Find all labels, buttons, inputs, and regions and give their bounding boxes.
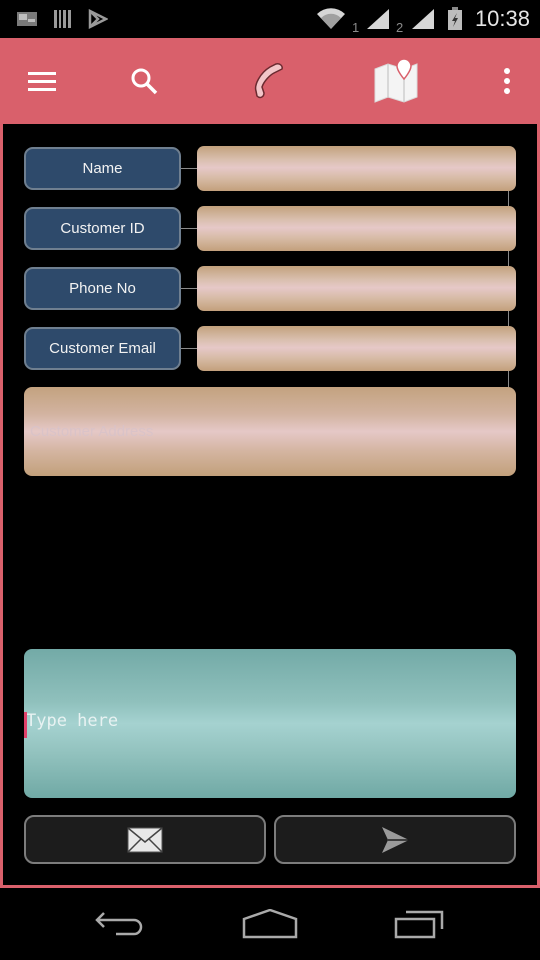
search-icon (131, 68, 158, 95)
recents-icon (394, 910, 444, 939)
overflow-menu-button[interactable] (490, 38, 524, 124)
customer-id-label-button[interactable]: Customer ID (24, 207, 181, 250)
menu-button[interactable] (18, 38, 66, 124)
connector-line (181, 348, 197, 349)
name-input[interactable] (197, 146, 516, 191)
home-button[interactable] (230, 888, 310, 960)
wifi-icon (316, 0, 346, 38)
phone-no-label-button[interactable]: Phone No (24, 267, 181, 310)
message-input[interactable] (24, 649, 516, 798)
phone-no-input[interactable] (197, 266, 516, 311)
home-icon (242, 909, 298, 939)
send-icon (382, 826, 409, 853)
menu-icon (28, 72, 56, 91)
status-bar: 1 2 10:38 (0, 0, 540, 38)
envelope-icon (127, 826, 163, 853)
search-button[interactable] (120, 38, 168, 124)
call-button[interactable] (244, 38, 296, 124)
customer-email-label-button[interactable]: Customer Email (24, 327, 181, 370)
play-store-notification-icon (88, 0, 108, 38)
connector-line (181, 168, 197, 169)
map-icon (374, 59, 418, 103)
recents-button[interactable] (380, 888, 460, 960)
app-bar (0, 38, 540, 124)
signal-icon (366, 0, 390, 38)
battery-charging-icon (447, 0, 463, 38)
phone-icon (254, 63, 283, 99)
back-icon (95, 912, 143, 936)
barcode-notification-icon (53, 0, 73, 38)
gallery-notification-icon (16, 0, 38, 38)
customer-email-input[interactable] (197, 326, 516, 371)
clock: 10:38 (474, 6, 530, 31)
connector-line (181, 228, 197, 229)
signal-icon (411, 0, 435, 38)
email-button[interactable] (24, 815, 266, 864)
text-cursor (24, 712, 27, 738)
map-button[interactable] (368, 38, 424, 124)
more-vertical-icon (504, 68, 510, 94)
connector-line (181, 288, 197, 289)
back-button[interactable] (80, 888, 160, 960)
navigation-bar (0, 888, 540, 960)
customer-id-input[interactable] (197, 206, 516, 251)
name-label-button[interactable]: Name (24, 147, 181, 190)
customer-address-input[interactable] (24, 387, 516, 476)
send-button[interactable] (274, 815, 516, 864)
